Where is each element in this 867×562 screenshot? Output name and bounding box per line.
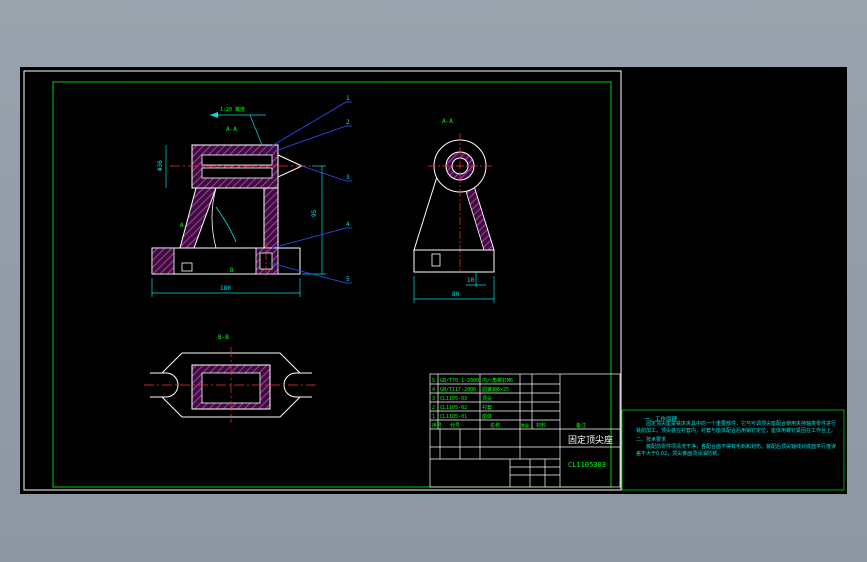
dim-side-width: 80 <box>452 291 460 298</box>
balloon-1: 1 <box>346 95 350 102</box>
notes-body-2: 装配前零件须清洗干净，各配合面不得有毛刺和划伤。装配后顶尖轴线对底面平行度误差不… <box>636 444 837 457</box>
bom-row-no: 5 <box>432 378 435 384</box>
balloon-2: 2 <box>346 119 350 126</box>
taper-note: 1:20 锥度 <box>220 106 245 113</box>
drawing-number: CL1105303 <box>568 461 606 469</box>
cut-label-a: A <box>180 222 184 229</box>
dim-height: 95 <box>311 209 318 217</box>
side-view <box>413 133 495 303</box>
bom-row-name: 衬套 <box>482 404 492 411</box>
bom-header-material: 材料 <box>536 422 546 429</box>
bom-header-name: 名称 <box>490 422 500 429</box>
bom-header-code: 代号 <box>450 422 460 429</box>
bom-row-no: 2 <box>432 405 435 411</box>
bom-row-code: GB/T117-2000 <box>440 387 476 393</box>
balloon-4: 4 <box>346 221 350 228</box>
section-bb-label: B-B <box>218 334 229 341</box>
cut-label-b: B <box>230 267 234 274</box>
notes-body-1: 固定顶尖座是铣床夹具中的一个重要部件，它与可调顶尖座配合使用夹持轴类零件进行铣削… <box>636 421 837 434</box>
bom-row-no: 4 <box>432 387 435 393</box>
bom-header-note: 备注 <box>576 422 586 429</box>
bom-row-name: 顶尖 <box>482 395 492 402</box>
bom-row-name: 内六角螺钉M6 <box>482 377 513 384</box>
section-aa-label: A-A <box>226 126 237 133</box>
cad-drawing-canvas[interactable]: A-A A-A B-B 1:20 锥度 A B 180 95 Φ36 80 10… <box>20 67 847 494</box>
dim-left-diameter: Φ36 <box>157 160 164 171</box>
bom-row-code: CL1105-03 <box>440 396 467 402</box>
sheet-outer-frame <box>23 70 622 491</box>
front-view <box>151 101 352 297</box>
plan-view <box>144 347 318 423</box>
drawing-title: 固定顶尖座 <box>568 434 613 446</box>
bom-row-no: 3 <box>432 396 435 402</box>
balloon-3: 3 <box>346 174 350 181</box>
dim-side-small: 10 <box>467 277 475 284</box>
bom-row-name: 座体 <box>482 413 492 420</box>
section-aa-side-label: A-A <box>442 118 453 125</box>
balloon-5: 5 <box>346 276 350 283</box>
bom-header-qty: 数量 <box>521 422 529 428</box>
dim-base-width: 180 <box>220 285 231 292</box>
notes-heading-2: 二、技术要求 <box>636 437 667 443</box>
bom-row-name: 圆锥销6×25 <box>482 386 509 393</box>
bom-header-no: 序号 <box>432 422 442 429</box>
bom-row-code: CL1105-02 <box>440 405 467 411</box>
bom-row-code: CL1105-01 <box>440 414 467 420</box>
tech-notes: 固定顶尖座是铣床夹具中的一个重要部件，它与可调顶尖座配合使用夹持轴类零件进行铣削… <box>636 421 838 458</box>
bom-row-code: GB/T70.1-2000 <box>440 378 479 384</box>
bom-row-no: 1 <box>432 414 435 420</box>
